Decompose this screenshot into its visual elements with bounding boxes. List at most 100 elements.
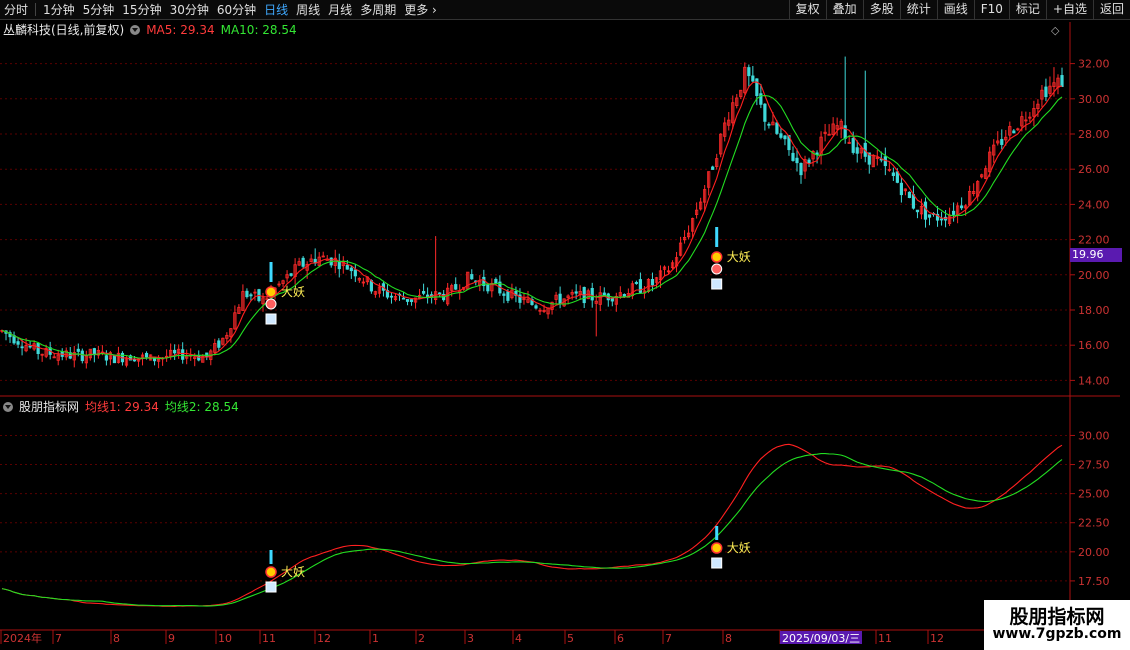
time-label: 6 xyxy=(617,632,624,645)
candle-body xyxy=(574,291,578,294)
indicator-line2 xyxy=(1,453,1063,607)
candle-body xyxy=(939,218,944,221)
signal-house-icon xyxy=(711,278,723,290)
candle-body xyxy=(389,295,394,298)
ma10-line xyxy=(1,95,1063,360)
candle-body xyxy=(622,293,626,297)
candle-body xyxy=(891,172,895,177)
candle-body xyxy=(650,279,655,286)
candle-body xyxy=(486,283,490,292)
time-label: 7 xyxy=(665,632,672,645)
candle-body xyxy=(217,340,221,348)
signal-house-icon xyxy=(265,581,277,593)
candle-body xyxy=(421,291,426,294)
price-tick-label: 20.00 xyxy=(1078,269,1110,282)
candle-body xyxy=(438,292,442,295)
signal-house-icon xyxy=(265,313,277,325)
signal-house-icon xyxy=(711,557,723,569)
candle-body xyxy=(911,194,916,209)
candle-body xyxy=(173,349,177,354)
time-label: 9 xyxy=(168,632,175,645)
price-tick-label: 24.00 xyxy=(1078,198,1110,211)
candle-body xyxy=(80,350,84,362)
candle-body xyxy=(907,191,912,198)
candle-body xyxy=(1060,75,1064,87)
candle-body xyxy=(634,282,638,284)
candle-body xyxy=(405,299,410,302)
candle-body xyxy=(751,75,755,82)
time-label: 3 xyxy=(467,632,474,645)
price-tick-label: 28.00 xyxy=(1078,128,1110,141)
candle-body xyxy=(915,209,920,213)
candle-body xyxy=(895,171,899,183)
candle-body xyxy=(807,159,811,164)
signal-marker xyxy=(265,566,277,578)
signal-bar xyxy=(269,262,273,282)
indicator-tick-label: 20.00 xyxy=(1078,546,1110,559)
signal-bar xyxy=(715,227,719,247)
indicator-tick-label: 27.50 xyxy=(1078,459,1110,472)
candle-body xyxy=(470,274,474,280)
watermark-title: 股朋指标网 xyxy=(1009,606,1105,628)
candle-body xyxy=(454,284,458,290)
signal-bar xyxy=(269,550,273,564)
ma5-line xyxy=(1,81,1063,361)
candle-body xyxy=(775,122,779,134)
candle-body xyxy=(249,294,253,297)
candles xyxy=(0,56,1064,369)
candle-body xyxy=(28,345,32,348)
candle-body xyxy=(747,67,751,77)
price-tick-label: 26.00 xyxy=(1078,163,1110,176)
time-label: 2025/09/03/三 xyxy=(782,632,860,645)
signal-marker xyxy=(265,298,277,310)
candle-body xyxy=(353,269,357,277)
candle-body xyxy=(851,138,855,153)
candle-body xyxy=(779,133,783,138)
time-label: 5 xyxy=(567,632,574,645)
candle-body xyxy=(791,152,795,161)
candle-body xyxy=(494,278,498,284)
time-label: 2 xyxy=(418,632,425,645)
candle-body xyxy=(506,291,510,301)
time-label: 12 xyxy=(317,632,331,645)
signal-marker xyxy=(710,251,723,263)
indicator-tick-label: 22.50 xyxy=(1078,517,1110,530)
time-label: 4 xyxy=(515,632,522,645)
candle-body xyxy=(76,348,80,352)
candle-body xyxy=(20,346,24,349)
candle-body xyxy=(799,163,803,176)
candle-body xyxy=(345,264,349,270)
candle-body xyxy=(1000,139,1004,145)
candle-body xyxy=(899,182,903,196)
indicator-tick-label: 30.00 xyxy=(1078,429,1110,442)
signal-label: 大妖 xyxy=(281,285,305,299)
candle-body xyxy=(960,205,964,209)
candle-body xyxy=(763,103,767,122)
time-label: 11 xyxy=(878,632,892,645)
price-tick-label: 30.00 xyxy=(1078,93,1110,106)
current-price-tag: 19.96 xyxy=(1070,248,1122,262)
candle-body xyxy=(767,123,771,126)
price-tick-label: 16.00 xyxy=(1078,339,1110,352)
price-tick-label: 22.00 xyxy=(1078,234,1110,247)
signal-label: 大妖 xyxy=(727,541,751,555)
candle-body xyxy=(289,273,293,276)
candle-body xyxy=(951,210,956,215)
candle-body xyxy=(144,352,149,358)
candle-body xyxy=(927,214,932,218)
time-label: 12 xyxy=(930,632,944,645)
candle-body xyxy=(638,279,643,293)
time-label: 2024年 xyxy=(3,631,42,645)
signal-marker xyxy=(711,263,723,275)
indicator-line1 xyxy=(1,443,1063,607)
time-label: 7 xyxy=(55,632,62,645)
signal-label: 大妖 xyxy=(281,565,305,579)
kline-chart[interactable]: 32.00 30.00 28.00 26.00 24.00 22.00 20.00 18.00… xyxy=(0,0,1130,650)
candle-body xyxy=(590,287,594,301)
candle-body xyxy=(502,293,506,296)
time-label: 1 xyxy=(372,632,379,645)
price-tick-label: 18.00 xyxy=(1078,304,1110,317)
candle-body xyxy=(349,267,353,272)
candle-body xyxy=(401,297,406,300)
time-label: 10 xyxy=(218,632,232,645)
